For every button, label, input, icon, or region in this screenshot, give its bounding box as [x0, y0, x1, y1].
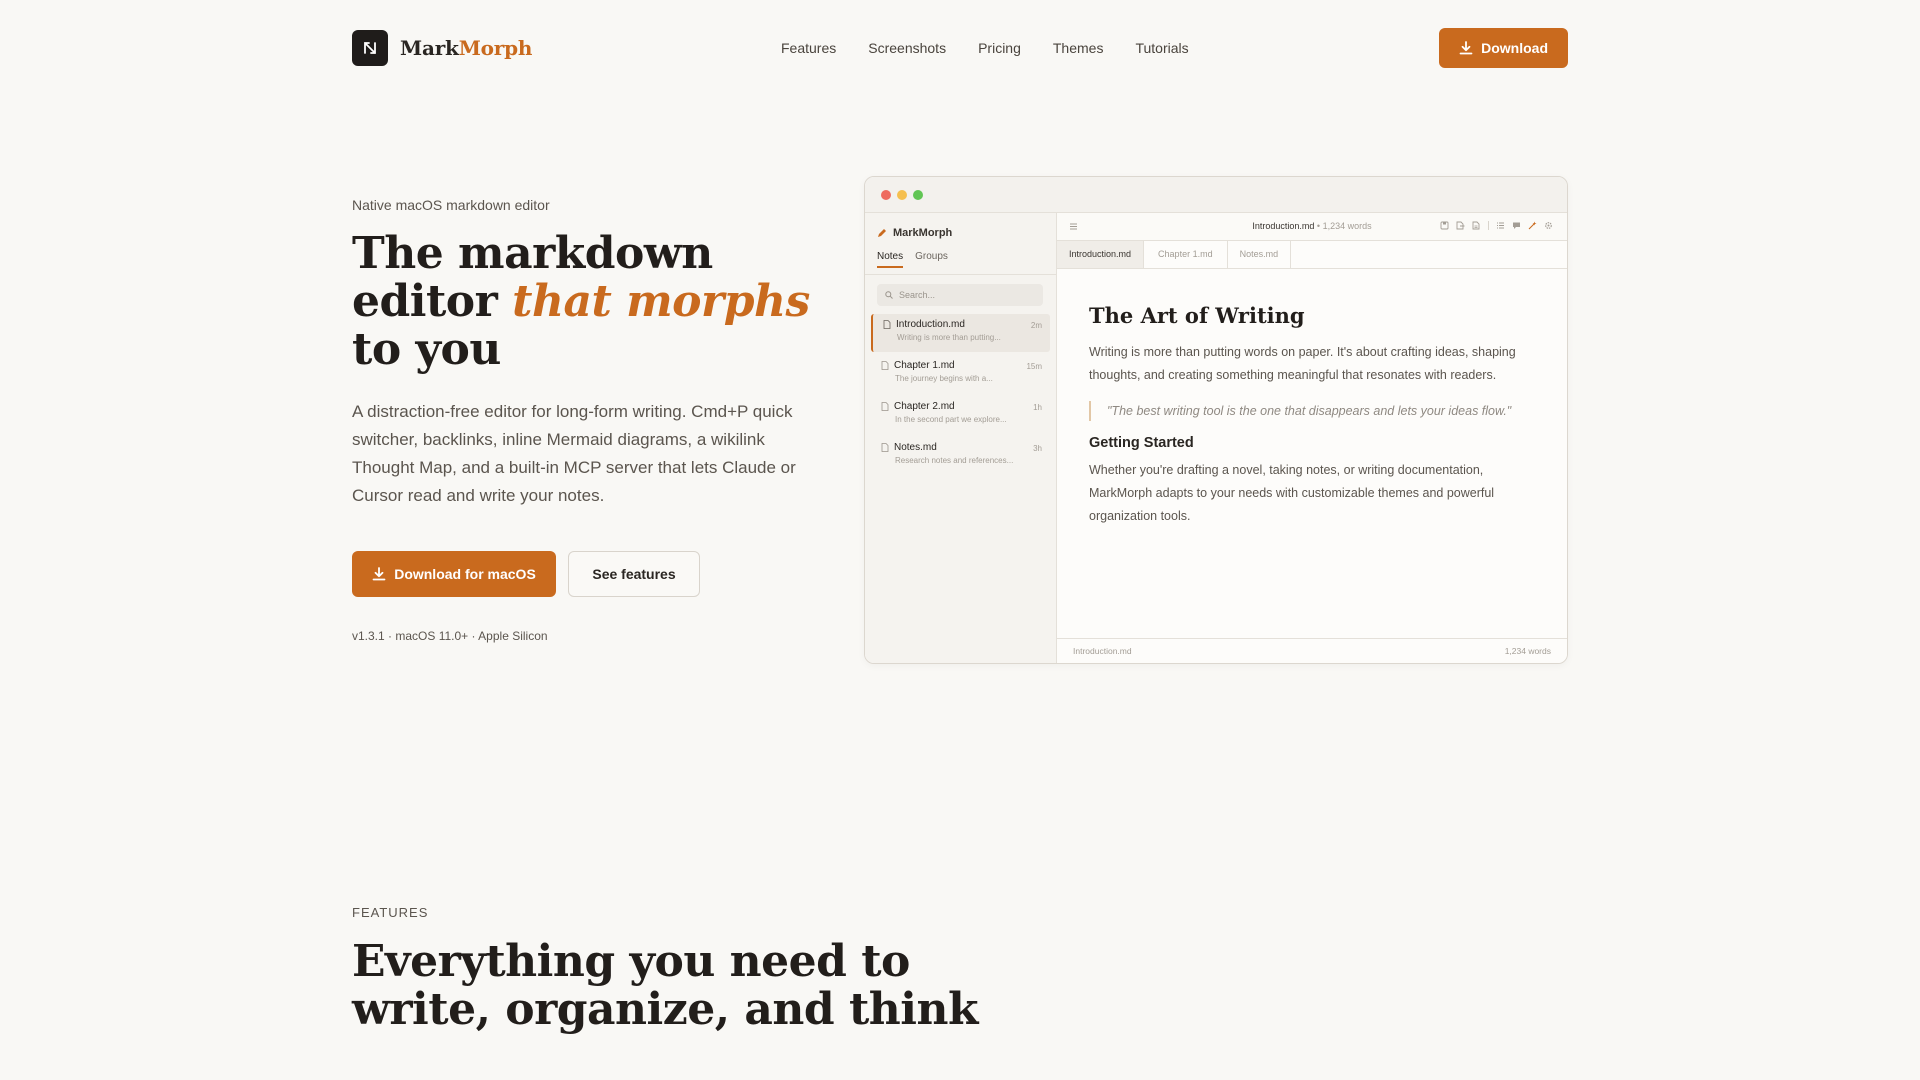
zoom-window-dot[interactable]	[913, 190, 923, 200]
logo-icon	[352, 30, 388, 66]
download-icon	[372, 567, 386, 581]
features-label: FEATURES	[352, 905, 429, 920]
file-icon	[881, 361, 889, 370]
hero-eyebrow: Native macOS markdown editor	[352, 197, 550, 213]
version-info: v1.3.1 · macOS 11.0+ · Apple Silicon	[352, 629, 548, 643]
close-window-dot[interactable]	[881, 190, 891, 200]
export-icon[interactable]	[1456, 221, 1465, 230]
comment-icon[interactable]	[1512, 221, 1521, 230]
list-icon[interactable]	[1496, 221, 1505, 230]
file-name: Notes.md	[894, 442, 937, 453]
download-button-label: Download	[1481, 40, 1548, 56]
editor-tabs: Introduction.md Chapter 1.md Notes.md	[1057, 241, 1567, 269]
download-macos-label: Download for macOS	[394, 566, 536, 582]
file-name: Introduction.md	[896, 319, 965, 330]
document-heading: The Art of Writing	[1089, 303, 1305, 328]
editor-status-bar: Introduction.md 1,234 words	[1057, 638, 1567, 663]
document-paragraph: Whether you're drafting a novel, taking …	[1089, 463, 1495, 523]
status-wordcount: 1,234 words	[1504, 646, 1551, 656]
document-subheading: Getting Started	[1089, 435, 1194, 451]
file-list-item[interactable]: Chapter 1.md The journey begins with a..…	[871, 355, 1050, 393]
app-sidebar: MarkMorph Notes Groups Search... Introdu…	[865, 213, 1057, 663]
file-name: Chapter 2.md	[894, 401, 955, 412]
file-list-item[interactable]: Introduction.md Writing is more than put…	[871, 314, 1050, 352]
title-separator: •	[1316, 221, 1321, 231]
brand-name: MarkMorph	[400, 36, 533, 60]
editor-tab-chapter-1[interactable]: Chapter 1.md	[1144, 241, 1228, 268]
app-brand-label: MarkMorph	[893, 227, 953, 239]
toolbar-icons	[1440, 221, 1553, 230]
hero-description: A distraction-free editor for long-form …	[352, 402, 796, 505]
file-list-item[interactable]: Chapter 2.md In the second part we explo…	[871, 396, 1050, 434]
top-navigation: MarkMorph Features Screenshots Pricing T…	[352, 28, 1568, 70]
editor-filename: Introduction.md	[1252, 221, 1315, 231]
file-preview: The journey begins with a...	[895, 374, 993, 383]
file-time: 3h	[1033, 444, 1042, 453]
file-preview: In the second part we explore...	[895, 415, 1007, 424]
hero-title-accent: that morphs	[512, 276, 810, 327]
sidebar-tabs: Notes Groups	[877, 251, 948, 268]
nav-link-features[interactable]: Features	[781, 40, 836, 56]
pencil-icon	[878, 229, 886, 237]
document-paragraph: Writing is more than putting words on pa…	[1089, 345, 1516, 382]
nav-link-pricing[interactable]: Pricing	[978, 40, 1021, 56]
minimize-window-dot[interactable]	[897, 190, 907, 200]
save-icon[interactable]	[1440, 221, 1449, 230]
document-blockquote: "The best writing tool is the one that d…	[1089, 401, 1549, 421]
app-sidebar-brand: MarkMorph	[877, 227, 952, 239]
toolbar-separator	[1488, 221, 1489, 230]
document-content[interactable]: The Art of Writing Writing is more than …	[1089, 303, 1549, 528]
file-name: Chapter 1.md	[894, 360, 955, 371]
file-icon	[883, 320, 891, 329]
file-preview: Writing is more than putting...	[897, 333, 1001, 342]
editor-tab-notes[interactable]: Notes.md	[1228, 241, 1292, 268]
search-icon	[885, 291, 893, 299]
print-icon[interactable]	[1472, 221, 1481, 230]
magic-icon[interactable]	[1528, 221, 1537, 230]
editor-pane: Introduction.md • 1,234 words Introducti…	[1057, 213, 1567, 663]
file-icon	[881, 443, 889, 452]
sidebar-search-input[interactable]: Search...	[877, 284, 1043, 306]
see-features-button[interactable]: See features	[568, 551, 700, 597]
hero-title-part2: to you	[352, 324, 501, 375]
nav-link-tutorials[interactable]: Tutorials	[1135, 40, 1188, 56]
editor-wordcount: 1,234 words	[1322, 221, 1372, 231]
file-time: 2m	[1030, 321, 1042, 330]
hero-title: The markdown editor that morphs to you	[352, 230, 852, 374]
settings-icon[interactable]	[1544, 221, 1553, 230]
nav-links: Features Screenshots Pricing Themes Tuto…	[781, 40, 1189, 56]
brand-logo[interactable]: MarkMorph	[352, 30, 532, 66]
tab-groups[interactable]: Groups	[915, 251, 948, 268]
search-placeholder: Search...	[899, 290, 936, 300]
editor-toolbar: Introduction.md • 1,234 words	[1057, 213, 1567, 241]
file-time: 15m	[1026, 362, 1042, 371]
file-preview: Research notes and references...	[895, 456, 1014, 465]
nav-link-screenshots[interactable]: Screenshots	[868, 40, 946, 56]
download-icon	[1459, 41, 1473, 55]
file-icon	[881, 402, 889, 411]
status-filename: Introduction.md	[1073, 646, 1132, 656]
file-time: 1h	[1033, 403, 1042, 412]
window-titlebar	[865, 177, 1567, 213]
download-button[interactable]: Download	[1439, 28, 1568, 68]
app-window-mockup: MarkMorph Notes Groups Search... Introdu…	[864, 176, 1568, 664]
editor-tab-introduction[interactable]: Introduction.md	[1057, 241, 1145, 268]
download-macos-button[interactable]: Download for macOS	[352, 551, 556, 597]
nav-link-themes[interactable]: Themes	[1053, 40, 1104, 56]
tab-notes[interactable]: Notes	[877, 251, 904, 268]
sidebar-divider	[865, 274, 1056, 275]
features-title: Everything you need to write, organize, …	[352, 936, 978, 1035]
file-list-item[interactable]: Notes.md Research notes and references..…	[871, 437, 1050, 475]
